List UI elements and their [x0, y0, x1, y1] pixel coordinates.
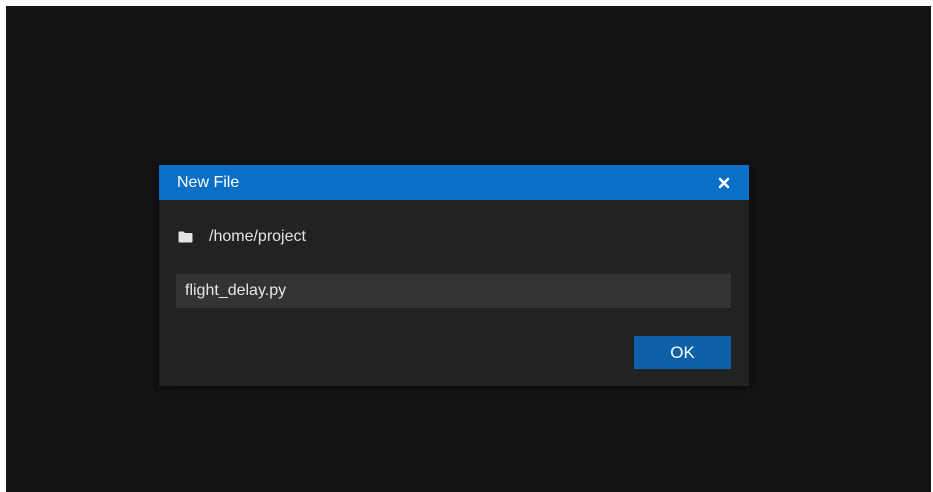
dialog-titlebar: New File — [159, 165, 749, 200]
close-icon[interactable] — [716, 175, 732, 191]
filename-input[interactable] — [176, 274, 731, 308]
directory-path: /home/project — [209, 228, 306, 245]
screen-backdrop: New File /home/project OK — [6, 6, 931, 492]
new-file-dialog: New File /home/project OK — [159, 165, 749, 386]
directory-path-row: /home/project — [178, 228, 306, 246]
dialog-title: New File — [177, 173, 240, 191]
ok-button[interactable]: OK — [634, 336, 731, 369]
folder-icon — [178, 231, 194, 244]
